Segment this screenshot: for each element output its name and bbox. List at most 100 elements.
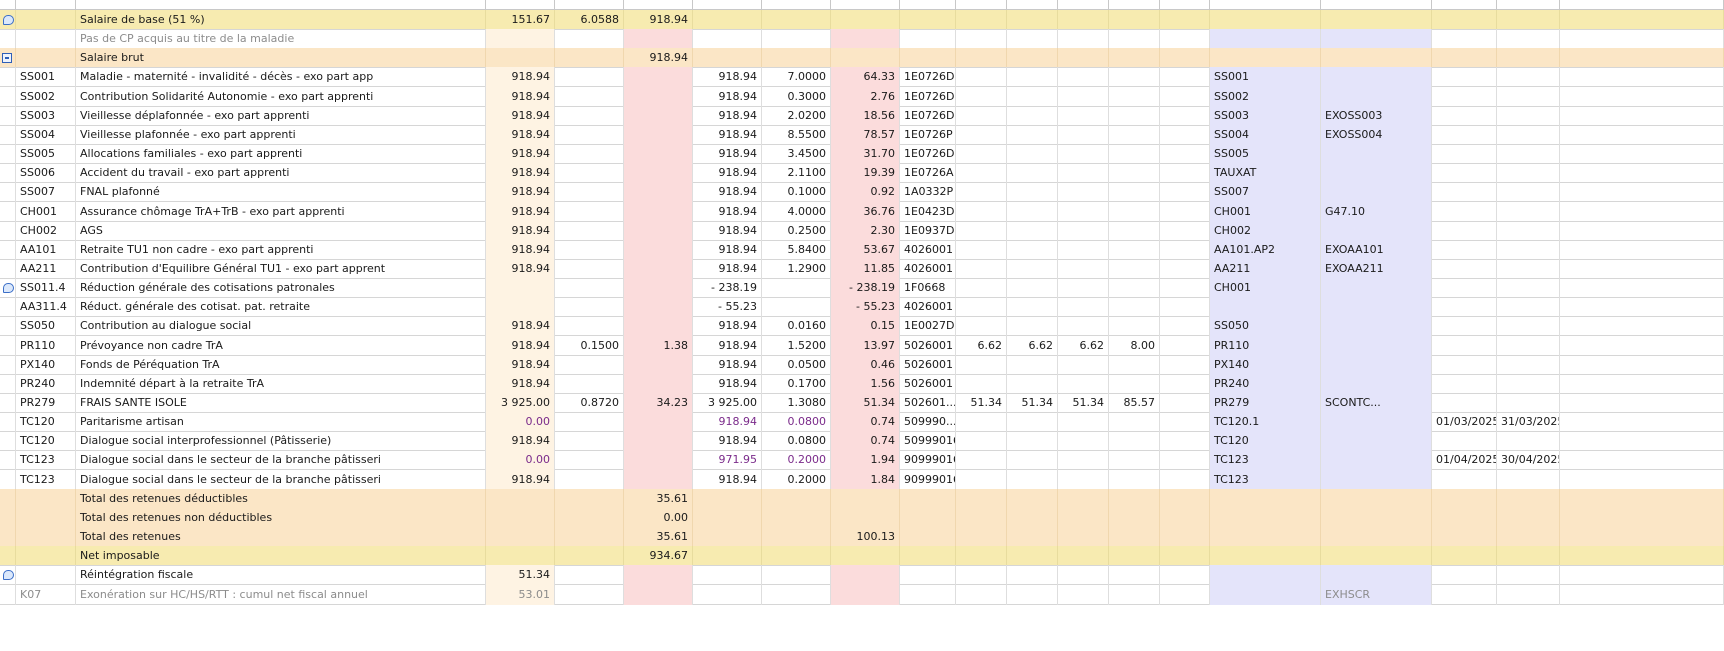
cell-base-pat[interactable]: 918.94 (693, 239, 762, 260)
cell-c1[interactable] (956, 86, 1007, 107)
cell-base[interactable]: 3 925.00 (486, 393, 555, 413)
cell-c4[interactable] (1109, 431, 1160, 452)
cell-base-pat[interactable]: 918.94 (693, 469, 762, 490)
table-row[interactable]: Réintégration fiscale 51.34 (0, 565, 1724, 586)
cell-reference[interactable] (1321, 48, 1432, 69)
cell-c3[interactable] (1058, 450, 1109, 471)
cell-date-debut[interactable] (1432, 297, 1497, 318)
cell-c4[interactable] (1109, 86, 1160, 107)
cell-c2[interactable] (1007, 431, 1058, 452)
cell-compte[interactable]: 1E0726P (900, 124, 956, 145)
cell-code[interactable]: TC120 (16, 431, 76, 452)
table-row[interactable]: SS002 Contribution Solidarité Autonomie -… (0, 86, 1724, 107)
cell-taux-pat[interactable]: 0.0160 (762, 316, 831, 337)
cell-code[interactable]: SS001 (16, 67, 76, 88)
cell-base[interactable]: 918.94 (486, 144, 555, 165)
cell-label[interactable]: Réduction générale des cotisations patro… (76, 278, 486, 299)
cell-c3[interactable] (1058, 10, 1109, 30)
cell-taux-sal[interactable] (555, 354, 624, 375)
cell-c1[interactable] (956, 565, 1007, 586)
cell-label[interactable]: Fonds de Péréquation TrA (76, 354, 486, 375)
cell-rubrique[interactable]: SS003 (1210, 105, 1321, 126)
cell-c2[interactable] (1007, 182, 1058, 203)
cell-compte[interactable]: 5026001 (900, 373, 956, 394)
cell-c1[interactable] (956, 278, 1007, 299)
cell-reference[interactable] (1321, 412, 1432, 433)
cell-rubrique[interactable] (1210, 488, 1321, 509)
cell-rubrique[interactable]: SS004 (1210, 124, 1321, 145)
table-row[interactable]: Total des retenues 35.61 100.13 (0, 527, 1724, 548)
cell-c5[interactable] (1160, 239, 1210, 260)
cell-c2[interactable]: 51.34 (1007, 393, 1058, 413)
cell-taux-pat[interactable]: 0.3000 (762, 86, 831, 107)
cell-code[interactable] (16, 29, 76, 50)
cell-date-debut[interactable] (1432, 144, 1497, 165)
cell-reference[interactable]: G47.10 (1321, 201, 1432, 222)
cell-montant-sal[interactable] (624, 124, 693, 145)
cell-c3[interactable] (1058, 565, 1109, 586)
cell-base[interactable] (486, 48, 555, 69)
cell-c3[interactable]: 6.62 (1058, 335, 1109, 356)
cell-label[interactable]: Vieillesse plafonnée - exo part apprenti (76, 124, 486, 145)
cell-base[interactable]: 918.94 (486, 86, 555, 107)
cell-montant-sal[interactable]: 34.23 (624, 393, 693, 413)
cell-compte[interactable] (900, 29, 956, 50)
cell-icon[interactable] (0, 565, 16, 586)
header-column-divider[interactable] (1108, 0, 1109, 10)
cell-taux-pat[interactable] (762, 546, 831, 567)
header-column-divider[interactable] (692, 0, 693, 10)
header-column-divider[interactable] (75, 0, 76, 10)
cell-compte[interactable]: 4026001 (900, 258, 956, 279)
cell-taux-sal[interactable] (555, 278, 624, 299)
cell-c5[interactable] (1160, 86, 1210, 107)
cell-c2[interactable] (1007, 469, 1058, 490)
cell-blank[interactable] (1560, 431, 1724, 452)
cell-date-debut[interactable] (1432, 10, 1497, 30)
cell-base[interactable]: 918.94 (486, 67, 555, 88)
cell-label[interactable]: Prévoyance non cadre TrA (76, 335, 486, 356)
cell-label[interactable]: Vieillesse déplafonnée - exo part appren… (76, 105, 486, 126)
table-row[interactable]: SS006 Accident du travail - exo part appr… (0, 163, 1724, 184)
cell-montant-sal[interactable] (624, 220, 693, 241)
cell-compte[interactable] (900, 48, 956, 69)
cell-rubrique[interactable]: TC120 (1210, 431, 1321, 452)
cell-c4[interactable] (1109, 354, 1160, 375)
cell-c4[interactable] (1109, 278, 1160, 299)
cell-date-fin[interactable] (1497, 182, 1560, 203)
cell-icon[interactable] (0, 29, 16, 50)
cell-icon[interactable] (0, 527, 16, 548)
header-column-divider[interactable] (1057, 0, 1058, 10)
cell-c2[interactable] (1007, 124, 1058, 145)
cell-date-fin[interactable] (1497, 86, 1560, 107)
cell-compte[interactable] (900, 584, 956, 605)
cell-montant-pat[interactable]: 31.70 (831, 144, 900, 165)
cell-taux-pat[interactable]: 1.2900 (762, 258, 831, 279)
cell-date-debut[interactable] (1432, 29, 1497, 50)
header-column-divider[interactable] (955, 0, 956, 10)
cell-compte[interactable]: 1E0726D (900, 105, 956, 126)
cell-c5[interactable] (1160, 105, 1210, 126)
header-column-divider[interactable] (554, 0, 555, 10)
cell-code[interactable]: SS050 (16, 316, 76, 337)
cell-montant-pat[interactable]: 0.92 (831, 182, 900, 203)
cell-montant-sal[interactable] (624, 278, 693, 299)
cell-rubrique[interactable]: TC123 (1210, 469, 1321, 490)
cell-rubrique[interactable]: PX140 (1210, 354, 1321, 375)
cell-label[interactable]: Pas de CP acquis au titre de la maladie (76, 29, 486, 50)
cell-taux-sal[interactable] (555, 48, 624, 69)
header-column-divider[interactable] (830, 0, 831, 10)
cell-date-debut[interactable] (1432, 354, 1497, 375)
cell-taux-sal[interactable]: 0.1500 (555, 335, 624, 356)
cell-c2[interactable] (1007, 584, 1058, 605)
cell-c3[interactable] (1058, 412, 1109, 433)
cell-date-debut[interactable] (1432, 163, 1497, 184)
cell-compte[interactable]: 1A0332P (900, 182, 956, 203)
cell-reference[interactable]: EXOAA101 (1321, 239, 1432, 260)
cell-base-pat[interactable]: 918.94 (693, 86, 762, 107)
cell-taux-pat[interactable]: 8.5500 (762, 124, 831, 145)
table-row[interactable]: PR279 FRAIS SANTE ISOLE 3 925.00 0.8720 34.2… (0, 393, 1724, 413)
cell-taux-sal[interactable] (555, 258, 624, 279)
table-row[interactable]: TC120 Dialogue social interprofessionnel … (0, 431, 1724, 452)
cell-blank[interactable] (1560, 412, 1724, 433)
cell-montant-pat[interactable] (831, 507, 900, 528)
